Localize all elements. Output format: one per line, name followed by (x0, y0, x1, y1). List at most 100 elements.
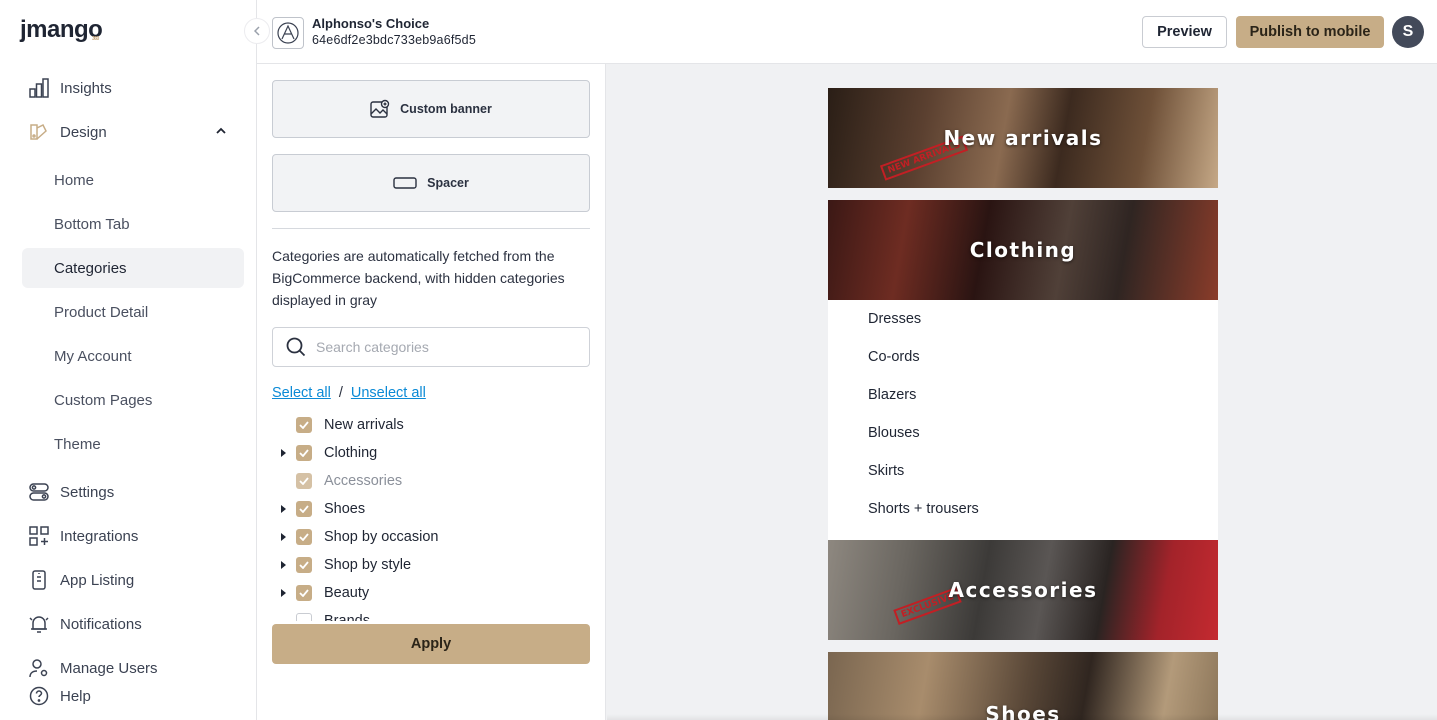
expand-triangle-icon[interactable] (281, 533, 286, 541)
subcategory-item[interactable]: Shorts + trousers (868, 501, 979, 517)
collapse-sidebar-button[interactable] (244, 18, 270, 44)
preview-button[interactable]: Preview (1142, 16, 1227, 48)
category-label: Shoes (324, 501, 366, 517)
custom-banner-block-button[interactable]: Custom banner (272, 80, 590, 138)
checkbox[interactable] (296, 501, 312, 517)
list-item[interactable]: Shop by style (272, 551, 590, 579)
sidebar-item-app-listing[interactable]: App Listing (22, 560, 244, 600)
spacer-block-button[interactable]: Spacer (272, 154, 590, 212)
sidebar-item-label: Custom Pages (54, 391, 153, 409)
mobile-preview: NEW ARRIVALS New arrivals Clothing Dress… (607, 64, 1437, 720)
checkbox[interactable] (296, 529, 312, 545)
subcategory-item[interactable]: Blouses (868, 425, 920, 441)
search-input[interactable] (316, 339, 576, 355)
checkbox[interactable] (296, 445, 312, 461)
banner-accessories[interactable]: EXCLUSIVE Accessories (828, 540, 1218, 640)
sidebar-item-settings[interactable]: Settings (22, 472, 244, 512)
store-logo-icon (272, 17, 304, 49)
list-item[interactable]: Accessories (272, 467, 590, 495)
sidebar-item-custom-pages[interactable]: Custom Pages (22, 380, 244, 420)
sidebar-item-product-detail[interactable]: Product Detail (22, 292, 244, 332)
checkbox[interactable] (296, 585, 312, 601)
expand-triangle-icon[interactable] (281, 561, 286, 569)
sidebar-item-label: Settings (60, 483, 115, 501)
sidebar-item-label: Bottom Tab (54, 215, 130, 233)
bar-chart-icon (28, 77, 50, 99)
select-all-link[interactable]: Select all (272, 385, 331, 401)
phone-list-icon (28, 569, 50, 591)
grid-plus-icon (28, 525, 50, 547)
list-item[interactable]: Shop by occasion (272, 523, 590, 551)
expand-triangle-icon[interactable] (281, 449, 286, 457)
select-links: Select all / Unselect all (272, 385, 426, 401)
list-item[interactable]: New arrivals (272, 411, 590, 439)
spacer-icon (393, 177, 417, 189)
sidebar-item-categories[interactable]: Categories (22, 248, 244, 288)
subcategory-item[interactable]: Blazers (868, 387, 916, 403)
store-id: 64e6df2e3bdc733eb9a6f5d5 (312, 33, 476, 47)
jmango-logo[interactable]: jmango 360 (20, 16, 103, 44)
sidebar-item-label: Theme (54, 435, 101, 453)
publish-to-mobile-button[interactable]: Publish to mobile (1236, 16, 1384, 48)
clothing-subcategory-list: Dresses Co-ords Blazers Blouses Skirts S… (828, 300, 1218, 540)
sidebar-item-home[interactable]: Home (22, 160, 244, 200)
unselect-all-link[interactable]: Unselect all (351, 385, 426, 401)
categories-info-text: Categories are automatically fetched fro… (272, 248, 565, 308)
toggles-icon (28, 481, 50, 503)
list-item[interactable]: Beauty (272, 579, 590, 607)
sidebar-item-design[interactable]: Design (22, 112, 244, 152)
logo-text: jmango (20, 16, 103, 43)
bottom-shadow (607, 714, 1437, 720)
checkbox[interactable] (296, 557, 312, 573)
subcategory-item[interactable]: Dresses (868, 311, 921, 327)
list-item[interactable]: Shoes (272, 495, 590, 523)
banner-clothing[interactable]: Clothing (828, 200, 1218, 300)
sidebar-item-label: Product Detail (54, 303, 149, 321)
custom-banner-label: Custom banner (400, 102, 492, 116)
separator: / (338, 385, 343, 401)
expand-triangle-icon[interactable] (281, 505, 286, 513)
banner-shoes[interactable]: Shoes (828, 652, 1218, 720)
sidebar-item-insights[interactable]: Insights (22, 68, 244, 108)
avatar[interactable]: S (1392, 16, 1424, 48)
expand-triangle-icon[interactable] (281, 589, 286, 597)
list-item[interactable]: Brands (272, 607, 590, 621)
sidebar-item-integrations[interactable]: Integrations (22, 516, 244, 556)
chevron-up-icon[interactable] (216, 126, 226, 138)
subcategory-item[interactable]: Skirts (868, 463, 904, 479)
banner-title: Accessories (948, 578, 1098, 602)
category-label: New arrivals (324, 417, 404, 433)
help-circle-icon (28, 685, 50, 707)
banner-new-arrivals[interactable]: NEW ARRIVALS New arrivals (828, 88, 1218, 188)
list-item[interactable]: Clothing (272, 439, 590, 467)
sidebar-item-label: Integrations (60, 527, 139, 545)
category-list[interactable]: New arrivals Clothing Accessories Shoes … (272, 411, 590, 621)
image-icon (370, 99, 390, 119)
banner-title: New arrivals (943, 126, 1103, 150)
logo-sub: 360 (92, 36, 99, 42)
category-label: Accessories (324, 473, 403, 489)
sidebar-item-label: Home (54, 171, 95, 189)
subcategory-item[interactable]: Co-ords (868, 349, 920, 365)
checkbox[interactable] (296, 473, 312, 489)
sidebar-item-my-account[interactable]: My Account (22, 336, 244, 376)
checkbox[interactable] (296, 613, 312, 621)
sidebar-item-label: My Account (54, 347, 132, 365)
sidebar-item-label: Insights (60, 79, 112, 97)
sidebar: jmango 360 Insights Design Home Bottom T… (0, 0, 257, 720)
sidebar-item-bottom-tab[interactable]: Bottom Tab (22, 204, 244, 244)
banner-title: Clothing (969, 238, 1077, 262)
apply-button[interactable]: Apply (272, 624, 590, 664)
sidebar-item-theme[interactable]: Theme (22, 424, 244, 464)
sidebar-item-label: App Listing (60, 571, 135, 589)
sidebar-item-notifications[interactable]: Notifications (22, 604, 244, 644)
top-bar: Alphonso's Choice 64e6df2e3bdc733eb9a6f5… (257, 0, 1437, 64)
category-label: Clothing (324, 445, 378, 461)
chevron-left-icon (253, 26, 260, 36)
sidebar-item-label: Manage Users (60, 659, 158, 677)
divider (272, 228, 590, 229)
search-categories-field[interactable] (272, 327, 590, 367)
checkbox[interactable] (296, 417, 312, 433)
sidebar-item-label: Notifications (60, 615, 142, 633)
sidebar-item-help[interactable]: Help (22, 676, 244, 716)
